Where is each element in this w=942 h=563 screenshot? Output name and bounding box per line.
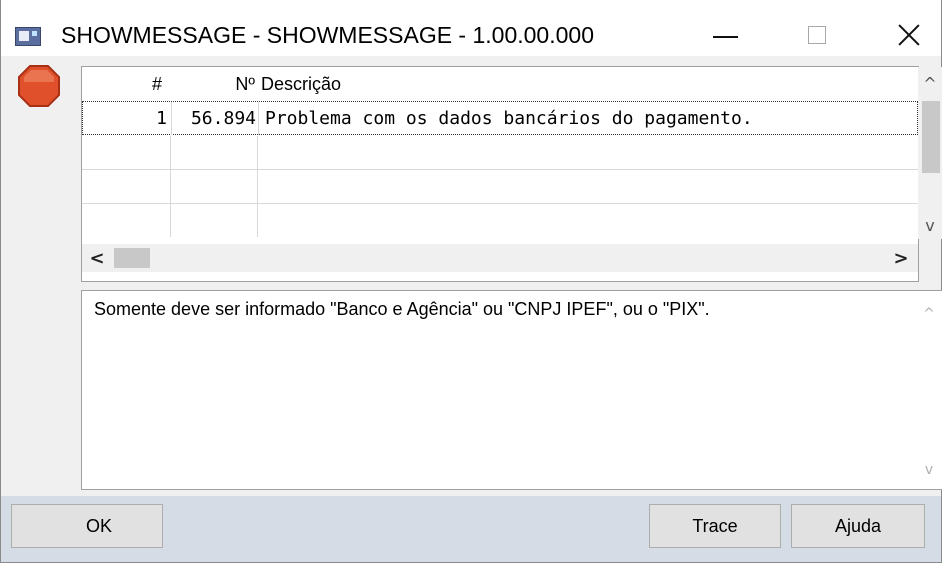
scroll-down-arrow-icon[interactable]: v <box>918 213 942 237</box>
title-bar[interactable]: SHOWMESSAGE - SHOWMESSAGE - 1.00.00.000 <box>1 0 941 56</box>
grid-vertical-scrollbar[interactable]: ^ v <box>918 67 942 239</box>
maximize-button[interactable] <box>787 14 847 56</box>
message-window: SHOWMESSAGE - SHOWMESSAGE - 1.00.00.000 … <box>0 0 942 563</box>
table-row[interactable]: 1 56.894 Problema com os dados bancários… <box>82 101 918 135</box>
scroll-down-arrow-icon[interactable]: v <box>918 459 940 481</box>
scroll-up-arrow-icon[interactable]: ^ <box>918 303 940 325</box>
trace-button[interactable]: Trace <box>649 504 781 548</box>
table-row-empty[interactable] <box>82 204 918 238</box>
stop-sign-icon <box>18 65 60 107</box>
grid-horizontal-scrollbar[interactable]: < > <box>82 244 918 272</box>
column-header-description[interactable]: Descrição <box>259 67 919 101</box>
scroll-right-arrow-icon[interactable]: > <box>888 244 914 272</box>
close-button[interactable] <box>879 14 939 56</box>
column-header-index[interactable]: # <box>82 67 170 101</box>
cell-description <box>258 170 918 203</box>
cell-index <box>82 170 171 203</box>
minimize-icon <box>712 36 738 38</box>
grid-header: # Nº Descrição <box>82 67 918 101</box>
window-title: SHOWMESSAGE - SHOWMESSAGE - 1.00.00.000 <box>61 22 594 48</box>
cell-number <box>171 204 258 237</box>
message-details-box[interactable]: Somente deve ser informado "Banco e Agên… <box>81 290 942 490</box>
scroll-left-arrow-icon[interactable]: < <box>84 244 110 272</box>
scroll-thumb[interactable] <box>922 101 940 173</box>
column-header-number[interactable]: Nº <box>171 67 257 101</box>
maximize-icon <box>808 26 826 44</box>
app-window-icon[interactable] <box>15 27 41 46</box>
help-button[interactable]: Ajuda <box>791 504 925 548</box>
cell-number: 56.894 <box>172 102 259 135</box>
table-row-empty[interactable] <box>82 136 918 170</box>
message-details-text: Somente deve ser informado "Banco e Agên… <box>94 299 710 319</box>
cell-description: Problema com os dados bancários do pagam… <box>265 108 753 129</box>
minimize-button[interactable] <box>695 14 755 56</box>
scroll-up-arrow-icon[interactable]: ^ <box>918 71 942 95</box>
cell-index: 1 <box>83 102 172 135</box>
cell-description <box>258 204 918 237</box>
cell-index <box>82 204 171 237</box>
button-bar: OK Trace Ajuda <box>1 496 941 562</box>
close-icon <box>898 24 920 46</box>
table-row-empty[interactable] <box>82 170 918 204</box>
cell-number <box>171 136 258 169</box>
cell-number <box>171 170 258 203</box>
ok-button[interactable]: OK <box>11 504 163 548</box>
cell-index <box>82 136 171 169</box>
cell-description <box>258 136 918 169</box>
scroll-thumb[interactable] <box>114 248 150 268</box>
